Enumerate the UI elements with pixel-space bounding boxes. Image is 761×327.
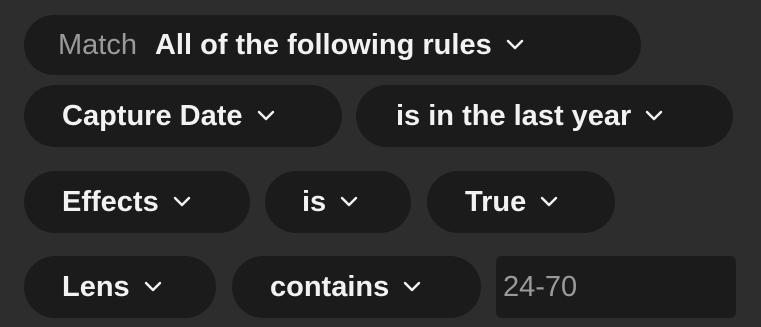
rule-3-value-field[interactable]: [496, 256, 736, 318]
rule-1-field-label: Capture Date: [62, 99, 243, 132]
rule-1-operator-label: is in the last year: [396, 99, 632, 132]
rule-3-operator-dropdown[interactable]: contains: [232, 256, 481, 318]
rule-3-field-label: Lens: [62, 270, 130, 303]
match-mode-dropdown[interactable]: Match All of the following rules: [24, 15, 641, 75]
chevron-down-icon: [403, 281, 421, 293]
chevron-down-icon: [173, 196, 191, 208]
chevron-down-icon: [540, 196, 558, 208]
chevron-down-icon: [144, 281, 162, 293]
rule-1-field-dropdown[interactable]: Capture Date: [24, 85, 342, 147]
match-mode-value: All of the following rules: [154, 28, 492, 61]
chevron-down-icon: [257, 110, 275, 122]
match-prefix-label: Match: [58, 28, 137, 61]
rule-2-operator-label: is: [302, 185, 327, 218]
rule-2-value-dropdown[interactable]: True: [427, 171, 615, 233]
rule-3-field-dropdown[interactable]: Lens: [24, 256, 216, 318]
rule-3-value-input[interactable]: [503, 270, 736, 304]
rule-2-field-label: Effects: [62, 185, 159, 218]
rule-2-value-label: True: [465, 185, 527, 218]
rule-1-operator-dropdown[interactable]: is in the last year: [356, 85, 733, 147]
rule-2-field-dropdown[interactable]: Effects: [24, 171, 250, 233]
chevron-down-icon: [506, 39, 524, 51]
rule-2-operator-dropdown[interactable]: is: [265, 171, 411, 233]
chevron-down-icon: [645, 110, 663, 122]
chevron-down-icon: [340, 196, 358, 208]
rule-3-operator-label: contains: [270, 270, 390, 303]
